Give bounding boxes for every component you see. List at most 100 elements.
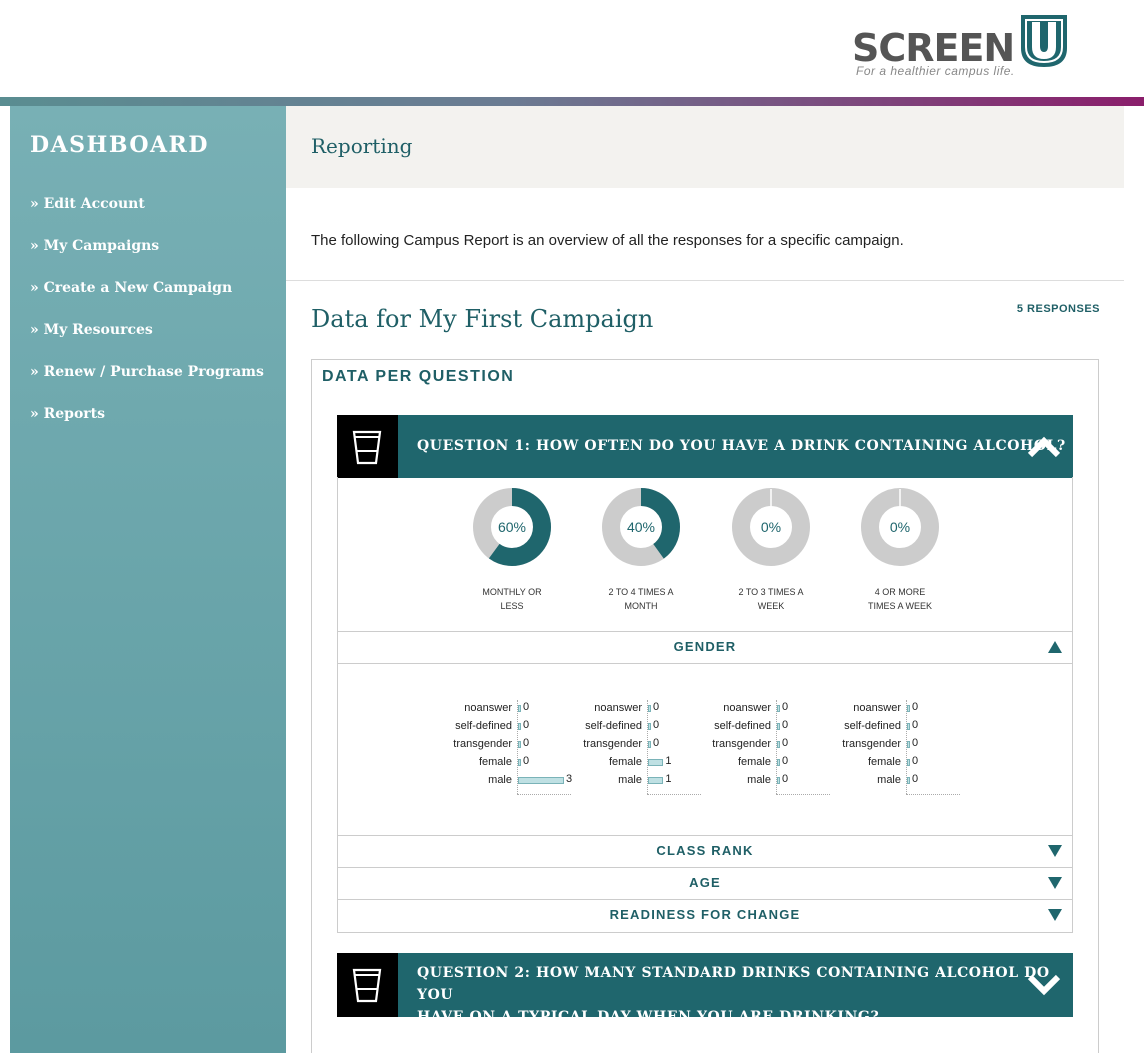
gender-label: noanswer bbox=[723, 702, 771, 714]
breakdown-gender-label: GENDER bbox=[673, 639, 737, 654]
chevron-down-icon[interactable] bbox=[1027, 971, 1061, 1001]
sidebar-item-renew-purchase[interactable]: » Renew / Purchase Programs bbox=[30, 364, 264, 406]
gender-bar bbox=[777, 777, 780, 784]
sidebar-item-create-campaign[interactable]: » Create a New Campaign bbox=[30, 280, 264, 322]
gender-row-noanswer: noanswer 0 bbox=[827, 700, 957, 718]
triangle-down-icon bbox=[1048, 877, 1062, 889]
question-2-header[interactable]: QUESTION 2: HOW MANY STANDARD DRINKS CON… bbox=[337, 953, 1073, 1025]
answer-4-percent: 0% bbox=[890, 519, 910, 535]
answer-1-percent: 60% bbox=[498, 519, 526, 535]
gender-chart-3: noanswer 0 self-defined 0 transgender 0 female… bbox=[697, 700, 830, 800]
sidebar-item-my-campaigns[interactable]: » My Campaigns bbox=[30, 238, 264, 280]
gender-row-female: female 0 bbox=[827, 754, 957, 772]
gender-value: 0 bbox=[782, 701, 789, 713]
gender-value: 0 bbox=[653, 719, 660, 731]
gender-row-self-defined: self-defined 0 bbox=[697, 718, 827, 736]
chart-baseline bbox=[906, 794, 960, 795]
page-header: Reporting bbox=[286, 106, 1124, 188]
gender-bar bbox=[518, 777, 564, 784]
answer-4-label: 4 OR MORE TIMES A WEEK bbox=[840, 585, 960, 613]
intro-text: The following Campus Report is an overvi… bbox=[286, 188, 1124, 281]
gender-row-female: female 1 bbox=[568, 754, 698, 772]
sidebar-item-reports[interactable]: » Reports bbox=[30, 406, 264, 448]
gender-bar bbox=[907, 705, 910, 712]
gender-label: female bbox=[478, 756, 512, 768]
question-1-header[interactable]: QUESTION 1: HOW OFTEN DO YOU HAVE A DRIN… bbox=[337, 415, 1073, 478]
header: SCREEN U For a healthier campus life. bbox=[0, 0, 1144, 97]
gender-label: male bbox=[877, 774, 901, 786]
data-per-question-title: DATA PER QUESTION bbox=[322, 368, 515, 385]
answer-2-label-line2: MONTH bbox=[624, 601, 658, 611]
gender-label: transgender bbox=[842, 738, 901, 750]
breakdown-readiness-toggle[interactable]: READINESS FOR CHANGE bbox=[338, 899, 1072, 930]
answer-4-label-line2: TIMES A WEEK bbox=[867, 601, 932, 611]
gender-bar bbox=[648, 705, 651, 712]
gender-row-noanswer: noanswer 0 bbox=[568, 700, 698, 718]
gender-bar bbox=[648, 777, 664, 784]
logo-tagline: For a healthier campus life. bbox=[856, 64, 1015, 78]
cup-icon bbox=[337, 415, 398, 478]
question-2-text: QUESTION 2: HOW MANY STANDARD DRINKS CON… bbox=[417, 962, 1073, 1028]
screenu-logo[interactable]: SCREEN U For a healthier campus life. bbox=[852, 12, 1072, 80]
gender-value: 0 bbox=[912, 719, 919, 731]
gender-value: 0 bbox=[653, 701, 660, 713]
gender-row-noanswer: noanswer 0 bbox=[697, 700, 827, 718]
gender-value: 0 bbox=[653, 737, 660, 749]
answer-donut-1: 60% bbox=[473, 488, 551, 566]
gender-row-transgender: transgender 0 bbox=[827, 736, 957, 754]
main-content: Reporting The following Campus Report is… bbox=[286, 106, 1124, 1053]
breakdown-class-rank-toggle[interactable]: CLASS RANK bbox=[338, 835, 1072, 866]
chevron-up-icon[interactable] bbox=[1027, 431, 1061, 461]
gender-row-transgender: transgender 0 bbox=[438, 736, 568, 754]
sidebar: DASHBOARD » Edit Account » My Campaigns … bbox=[10, 106, 286, 1053]
gender-bar bbox=[518, 705, 521, 712]
gender-row-transgender: transgender 0 bbox=[568, 736, 698, 754]
answer-3-percent: 0% bbox=[761, 519, 781, 535]
gender-bar bbox=[518, 741, 521, 748]
gender-row-self-defined: self-defined 0 bbox=[827, 718, 957, 736]
gender-label: transgender bbox=[453, 738, 512, 750]
breakdown-age-toggle[interactable]: AGE bbox=[338, 867, 1072, 898]
gender-label: female bbox=[737, 756, 771, 768]
answer-3-label: 2 TO 3 TIMES A WEEK bbox=[711, 585, 831, 613]
answer-3-label-line1: 2 TO 3 TIMES A bbox=[738, 587, 804, 597]
answer-4-label-line1: 4 OR MORE bbox=[874, 587, 926, 597]
gender-bar bbox=[777, 759, 780, 766]
gender-label: noanswer bbox=[464, 702, 512, 714]
triangle-down-icon bbox=[1048, 845, 1062, 857]
gender-value: 0 bbox=[912, 701, 919, 713]
cup-icon bbox=[337, 953, 398, 1017]
gender-row-female: female 0 bbox=[697, 754, 827, 772]
gender-label: male bbox=[488, 774, 512, 786]
question-2-text-line2: HAVE ON A TYPICAL DAY WHEN YOU ARE DRINK… bbox=[417, 1009, 880, 1025]
answer-1-label: MONTHLY OR LESS bbox=[452, 585, 572, 613]
answer-2-percent: 40% bbox=[627, 519, 655, 535]
data-per-question-panel: DATA PER QUESTION QUESTION 1: HOW OFTEN … bbox=[311, 359, 1099, 1053]
gender-row-transgender: transgender 0 bbox=[697, 736, 827, 754]
responses-count: 5 RESPONSES bbox=[1016, 303, 1100, 315]
gender-row-male: male 3 bbox=[438, 772, 572, 790]
gender-bar bbox=[648, 759, 664, 766]
breakdown-age-label: AGE bbox=[689, 875, 721, 890]
chart-baseline bbox=[647, 794, 701, 795]
gender-value: 0 bbox=[523, 719, 530, 731]
breakdown-gender-toggle[interactable]: GENDER bbox=[338, 631, 1072, 662]
question-1-body: 60% 40% 0% 0% MONTHLY OR LESS 2 TO 4 TIM… bbox=[337, 477, 1073, 933]
gender-row-self-defined: self-defined 0 bbox=[568, 718, 698, 736]
gender-row-male: male 0 bbox=[827, 772, 957, 790]
gender-value: 0 bbox=[912, 737, 919, 749]
gender-bar bbox=[907, 723, 910, 730]
gender-label: self-defined bbox=[455, 720, 512, 732]
gender-bar bbox=[518, 759, 521, 766]
gender-bar bbox=[777, 723, 780, 730]
triangle-down-icon bbox=[1048, 909, 1062, 921]
chart-baseline bbox=[776, 794, 830, 795]
answer-1-label-line2: LESS bbox=[500, 601, 524, 611]
answer-1-label-line1: MONTHLY OR bbox=[482, 587, 542, 597]
sidebar-item-my-resources[interactable]: » My Resources bbox=[30, 322, 264, 364]
gender-label: transgender bbox=[583, 738, 642, 750]
sidebar-item-edit-account[interactable]: » Edit Account bbox=[30, 196, 264, 238]
gender-value: 0 bbox=[912, 773, 919, 785]
gender-row-self-defined: self-defined 0 bbox=[438, 718, 568, 736]
gender-row-male: male 1 bbox=[568, 772, 698, 790]
